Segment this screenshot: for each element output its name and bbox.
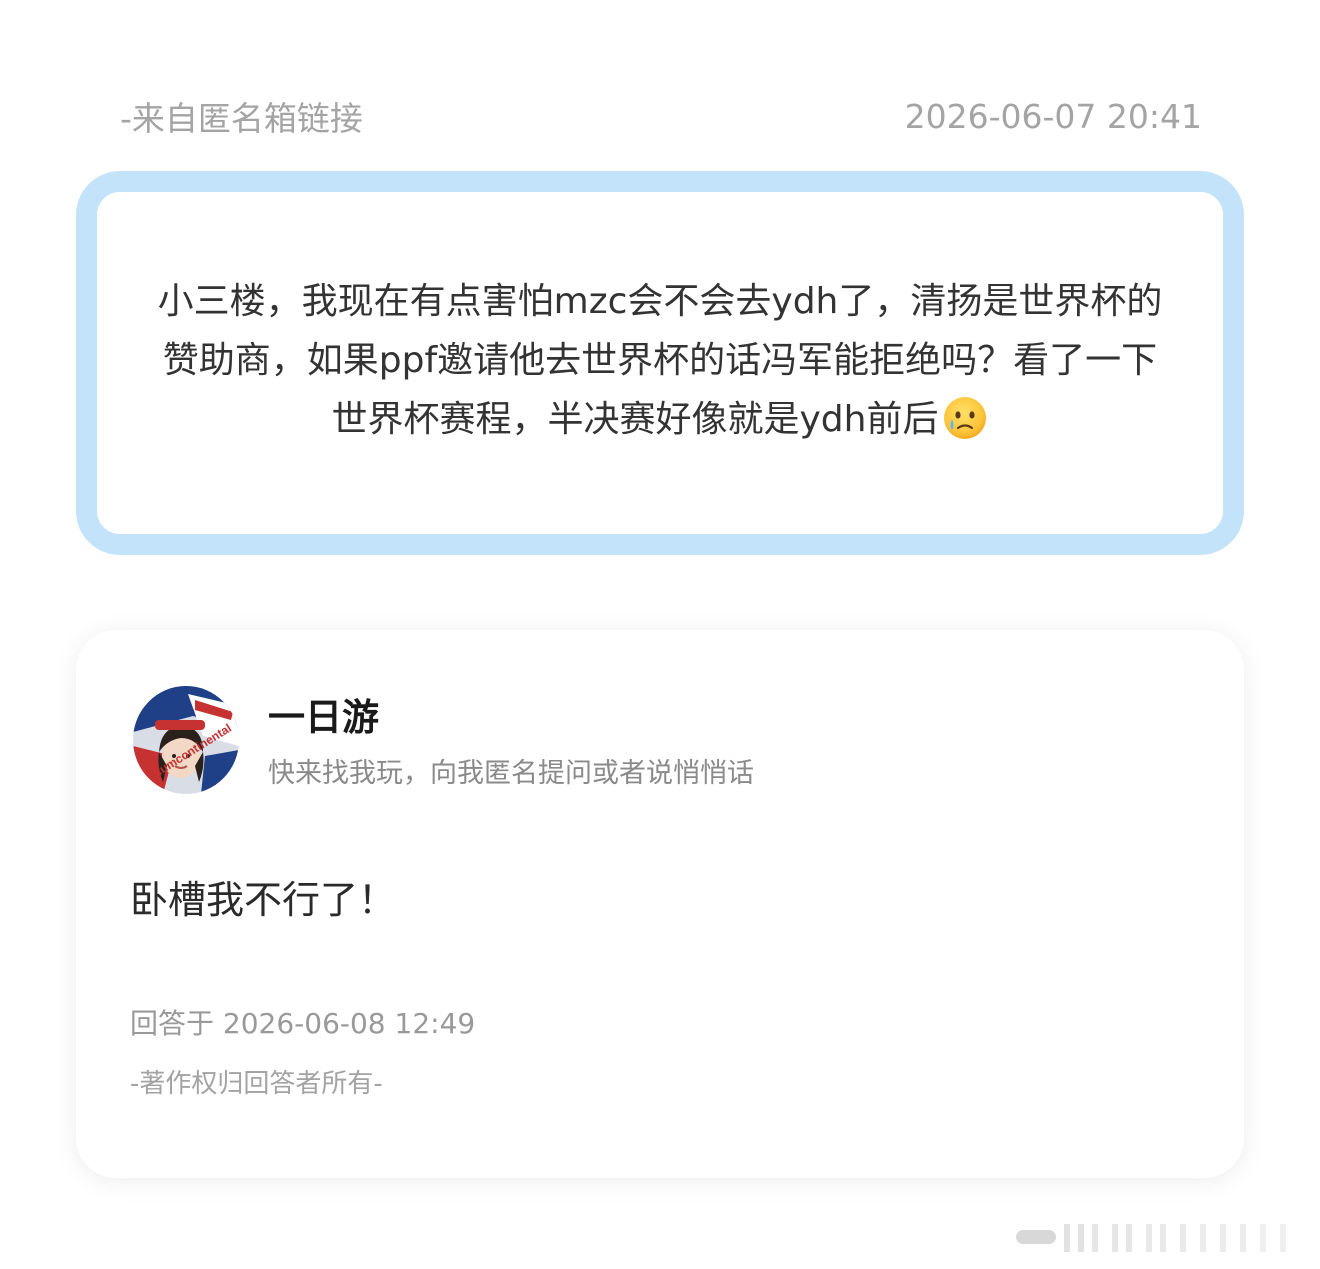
copyright-notice: -著作权归回答者所有- [130,1069,383,1099]
face-holding-back-tears-icon [942,395,988,459]
question-source: -来自匿名箱链接 [120,99,363,138]
question-card: 小三楼，我现在有点害怕mzc会不会去ydh了，清扬是世界杯的赞助商，如果ppf邀… [76,171,1244,555]
question-text: 小三楼，我现在有点害怕mzc会不会去ydh了，清扬是世界杯的赞助商，如果ppf邀… [157,280,1163,440]
user-name[interactable]: 一日游 [268,694,379,742]
avatar[interactable]: Circumcontinental [133,686,239,794]
answer-timestamp: 回答于 2026-06-08 12:49 [130,1007,476,1040]
question-content: 小三楼，我现在有点害怕mzc会不会去ydh了，清扬是世界杯的赞助商，如果ppf邀… [155,272,1165,459]
answer-text: 卧槽我不行了！ [130,878,397,922]
question-timestamp: 2026-06-07 20:41 [904,96,1202,136]
question-meta-row: -来自匿名箱链接 2026-06-07 20:41 [120,92,1202,140]
watermark-logo [1014,1218,1304,1256]
user-bio: 快来找我玩，向我匿名提问或者说悄悄话 [268,758,754,789]
answer-card: Circumcontinental 一日游 快来找我玩，向我匿名提问或者说悄悄话… [76,630,1244,1178]
